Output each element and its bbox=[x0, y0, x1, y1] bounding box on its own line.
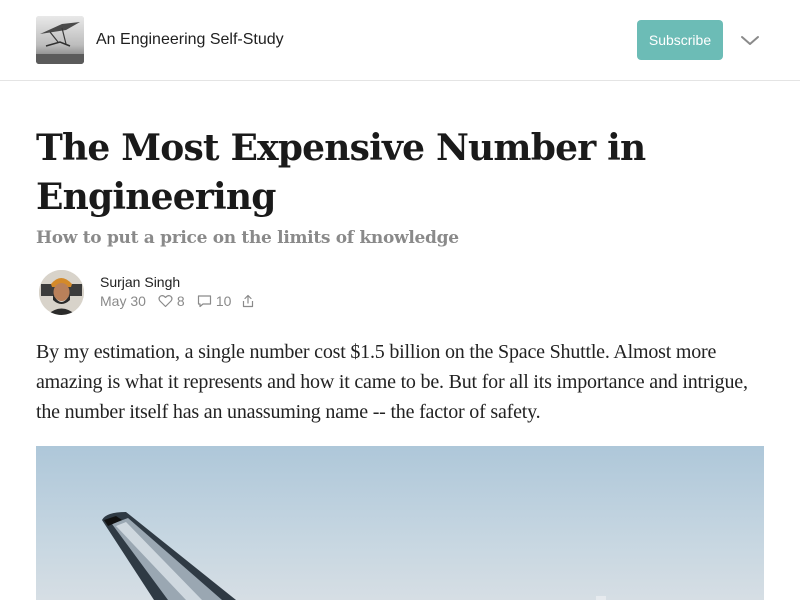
share-icon bbox=[242, 294, 254, 308]
like-count: 8 bbox=[176, 293, 185, 309]
subscribe-button[interactable]: Subscribe bbox=[637, 20, 723, 60]
author-name[interactable]: Surjan Singh bbox=[100, 274, 180, 291]
glider-photo-logo-icon bbox=[36, 16, 84, 64]
post-subtitle: How to put a price on the limits of know… bbox=[36, 228, 459, 248]
avatar-photo-icon bbox=[39, 270, 84, 315]
comment-button[interactable]: 10 bbox=[197, 293, 231, 309]
space-shuttle-tail-photo-icon bbox=[36, 446, 764, 600]
like-button[interactable]: 8 bbox=[158, 293, 185, 309]
comment-icon bbox=[197, 295, 212, 308]
chevron-down-icon[interactable] bbox=[739, 32, 761, 48]
author-avatar[interactable] bbox=[39, 270, 84, 315]
publication-logo[interactable] bbox=[36, 16, 84, 64]
hero-image bbox=[36, 446, 764, 600]
top-bar: An Engineering Self-Study Subscribe bbox=[0, 0, 800, 81]
post-date: May 30 bbox=[100, 293, 146, 309]
post-title: The Most Expensive Number in Engineering bbox=[36, 127, 646, 218]
comment-count: 10 bbox=[215, 293, 232, 309]
publication-name[interactable]: An Engineering Self-Study bbox=[96, 30, 284, 50]
heart-icon bbox=[158, 295, 173, 308]
post-intro-paragraph: By my estimation, a single number cost $… bbox=[36, 341, 748, 423]
share-button[interactable] bbox=[241, 293, 255, 309]
